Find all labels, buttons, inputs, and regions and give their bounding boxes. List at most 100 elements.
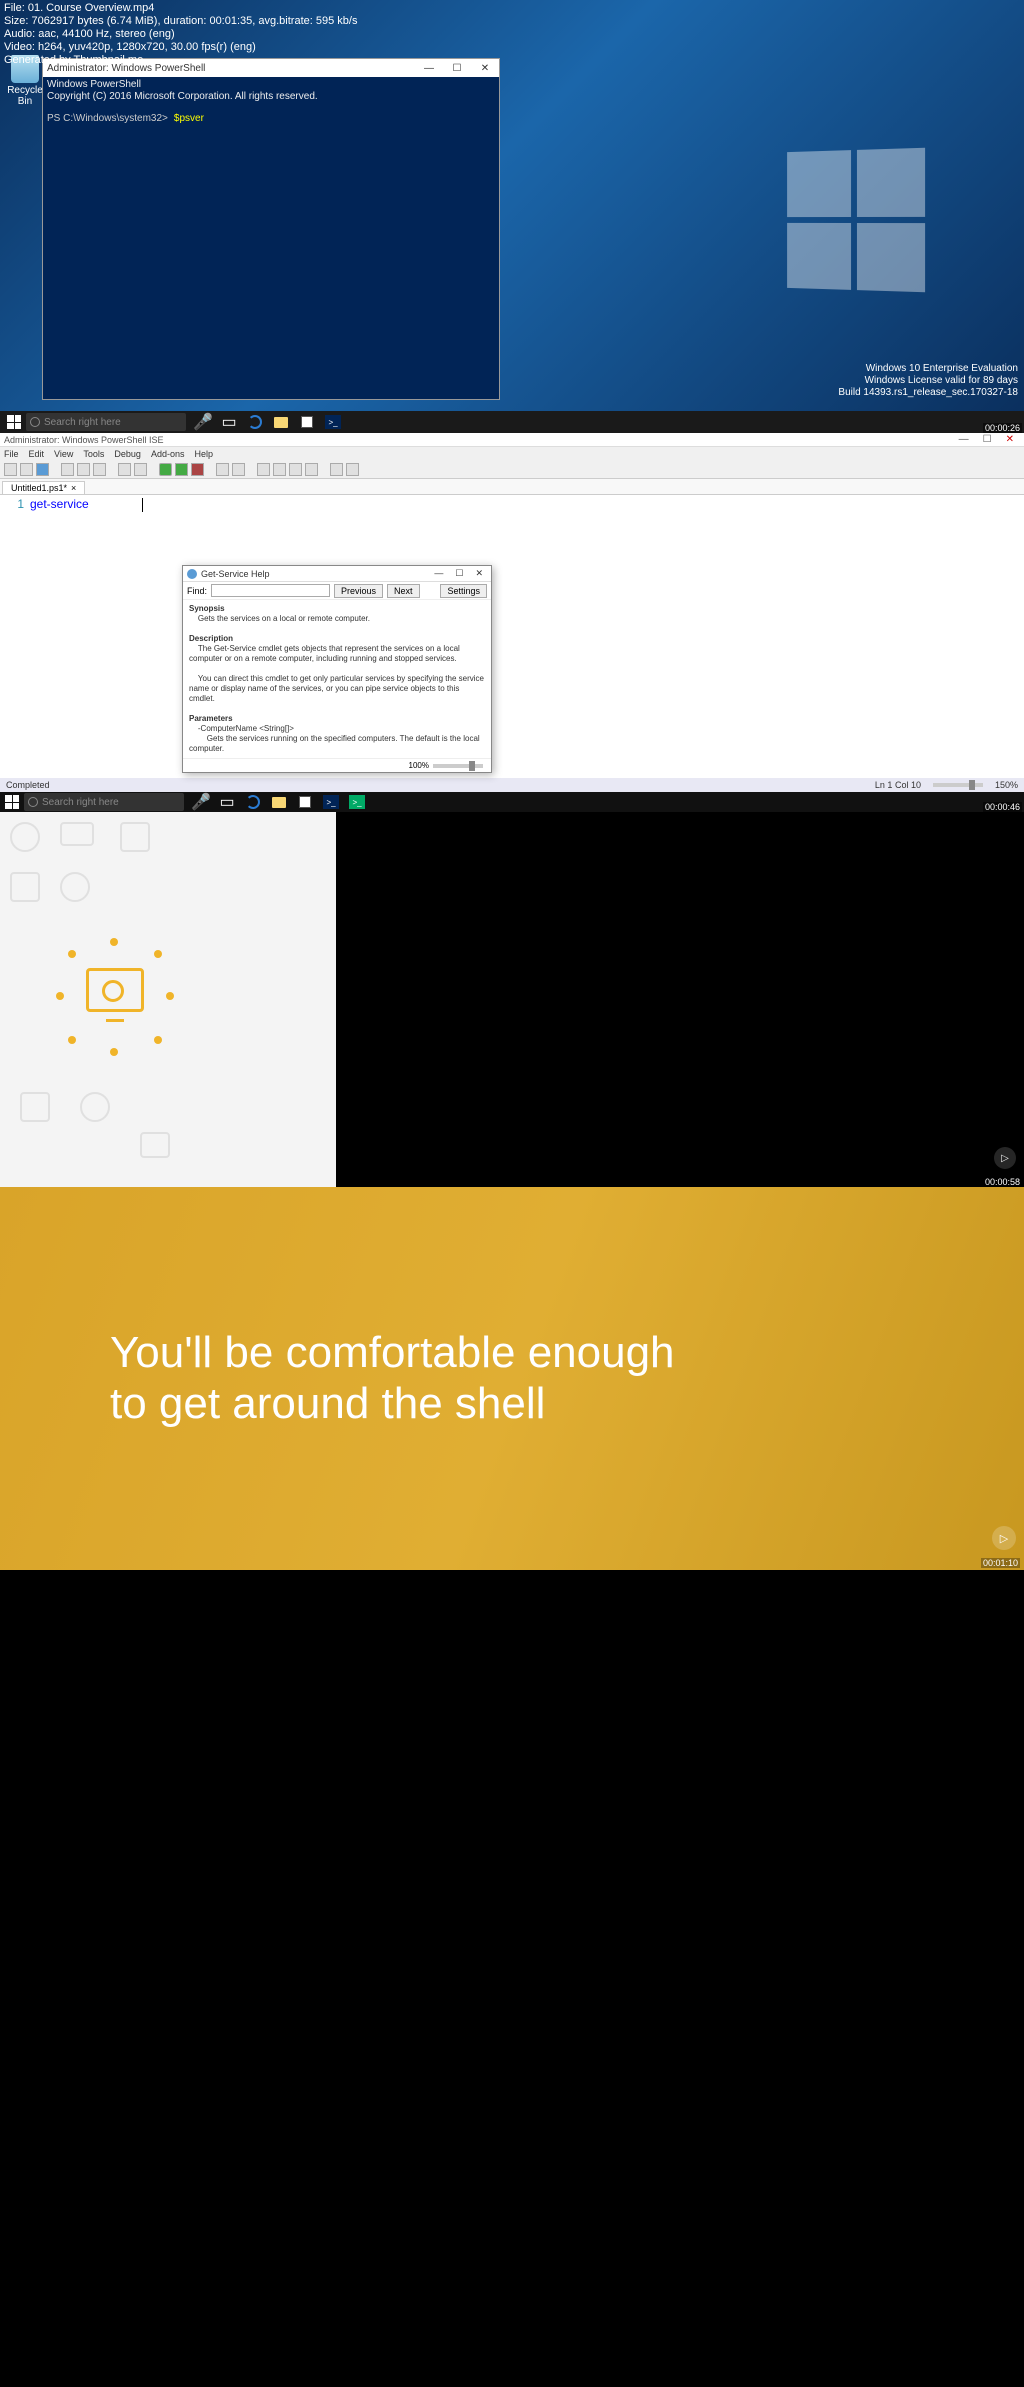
edge-taskbar-icon[interactable] — [242, 412, 268, 432]
minimize-button[interactable]: — — [959, 434, 969, 445]
search-icon — [30, 417, 40, 427]
taskbar[interactable]: Search right here 🎤 ▭ >_ 00:00:26 — [0, 411, 1024, 433]
windows-icon — [7, 415, 21, 429]
help-zoom-slider[interactable] — [433, 764, 483, 768]
store-icon[interactable] — [292, 792, 318, 812]
minimize-button[interactable]: — — [415, 63, 443, 74]
next-button[interactable]: Next — [387, 584, 420, 598]
task-view-icon[interactable]: ▭ — [214, 792, 240, 812]
help-search-bar: Find: Previous Next Settings — [183, 582, 491, 600]
meta-size: Size: 7062917 bytes (6.74 MiB), duration… — [4, 15, 357, 28]
maximize-button[interactable]: ☐ — [455, 568, 463, 579]
powershell-taskbar-icon[interactable]: >_ — [320, 412, 346, 432]
ise-statusbar: Completed Ln 1 Col 10 150% — [0, 778, 1024, 792]
file-explorer-icon[interactable] — [266, 792, 292, 812]
menu-debug[interactable]: Debug — [114, 449, 141, 459]
ise-title: Administrator: Windows PowerShell ISE — [4, 435, 164, 445]
meta-video: Video: h264, yuv420p, 1280x720, 30.00 fp… — [4, 41, 357, 54]
maximize-button[interactable]: ☐ — [443, 63, 471, 74]
menu-view[interactable]: View — [54, 449, 73, 459]
status-zoom: 150% — [995, 780, 1018, 790]
bottom-fill — [0, 1570, 1024, 2387]
mic-icon[interactable]: 🎤 — [188, 792, 214, 812]
get-service-help-dialog[interactable]: Get-Service Help — ☐ ✕ Find: Previous Ne… — [182, 565, 492, 773]
ise-editor[interactable]: 1 get-service Get-Service Help — ☐ ✕ Fin… — [0, 495, 1024, 778]
ise-zoom-slider[interactable] — [933, 783, 983, 787]
undo-icon[interactable] — [118, 463, 131, 476]
mic-icon[interactable]: 🎤 — [190, 412, 216, 432]
save-icon[interactable] — [36, 463, 49, 476]
menu-edit[interactable]: Edit — [29, 449, 45, 459]
help-content[interactable]: Synopsis Gets the services on a local or… — [183, 600, 491, 758]
powershell-taskbar-icon[interactable]: >_ — [318, 792, 344, 812]
tab-label: Untitled1.ps1* — [11, 483, 67, 493]
status-lncol: Ln 1 Col 10 — [875, 780, 921, 790]
previous-button[interactable]: Previous — [334, 584, 383, 598]
menu-tools[interactable]: Tools — [83, 449, 104, 459]
ps-prompt: PS C:\Windows\system32> — [47, 113, 168, 124]
recycle-bin-label: Recycle Bin — [5, 85, 45, 107]
cut-icon[interactable] — [61, 463, 74, 476]
text-caret — [142, 498, 143, 512]
pane-4-icon[interactable] — [305, 463, 318, 476]
menu-addons[interactable]: Add-ons — [151, 449, 185, 459]
search-icon — [28, 797, 38, 807]
open-icon[interactable] — [20, 463, 33, 476]
ise-titlebar[interactable]: Administrator: Windows PowerShell ISE — … — [0, 433, 1024, 447]
powershell-window[interactable]: Administrator: Windows PowerShell — ☐ ✕ … — [42, 58, 500, 400]
minimize-button[interactable]: — — [434, 568, 443, 579]
find-input[interactable] — [211, 584, 330, 597]
pane-2-icon[interactable] — [273, 463, 286, 476]
start-button[interactable] — [0, 792, 24, 812]
taskbar[interactable]: Search right here 🎤 ▭ >_ >_ 00:00:46 — [0, 792, 1024, 812]
ise-toolbar[interactable] — [0, 461, 1024, 479]
play-overlay-icon[interactable]: ▷ — [992, 1526, 1016, 1550]
computer-gear-emblem — [60, 942, 170, 1052]
tab-close-icon[interactable]: × — [71, 483, 76, 493]
gear-icon — [102, 980, 124, 1002]
file-explorer-icon[interactable] — [268, 412, 294, 432]
edge-taskbar-icon[interactable] — [240, 792, 266, 812]
editor-code[interactable]: get-service — [30, 497, 89, 511]
ps-command-input[interactable]: $psver — [174, 113, 204, 124]
ise-tabs[interactable]: Untitled1.ps1* × — [0, 479, 1024, 495]
breakpoint-icon[interactable] — [216, 463, 229, 476]
store-icon[interactable] — [294, 412, 320, 432]
menu-file[interactable]: File — [4, 449, 19, 459]
command-addon-icon[interactable] — [330, 463, 343, 476]
task-view-icon[interactable]: ▭ — [216, 412, 242, 432]
slide-headline: You'll be comfortable enough to get arou… — [0, 1328, 675, 1429]
remote-icon[interactable] — [232, 463, 245, 476]
cortana-search[interactable]: Search right here — [26, 413, 186, 431]
maximize-button[interactable]: ☐ — [983, 434, 992, 445]
play-overlay-icon[interactable]: ▷ — [994, 1147, 1016, 1169]
settings-button[interactable]: Settings — [440, 584, 487, 598]
status-completed: Completed — [6, 780, 50, 790]
help-titlebar[interactable]: Get-Service Help — ☐ ✕ — [183, 566, 491, 582]
powershell-console[interactable]: Windows PowerShell Copyright (C) 2016 Mi… — [43, 77, 499, 399]
close-button[interactable]: ✕ — [1006, 434, 1014, 445]
paste-icon[interactable] — [93, 463, 106, 476]
ise-menubar[interactable]: File Edit View Tools Debug Add-ons Help — [0, 447, 1024, 461]
close-button[interactable]: ✕ — [475, 568, 483, 579]
meta-generated: Generated by Thumbnail me — [4, 54, 357, 67]
start-button[interactable] — [2, 412, 26, 432]
timestamp-1: 00:00:26 — [983, 423, 1022, 433]
pane-3-icon[interactable] — [289, 463, 302, 476]
menu-help[interactable]: Help — [194, 449, 213, 459]
pane-1-icon[interactable] — [257, 463, 270, 476]
screenshot-3-slide: ▷ 00:00:58 — [0, 812, 1024, 1187]
cortana-search[interactable]: Search right here — [24, 793, 184, 811]
new-icon[interactable] — [4, 463, 17, 476]
tool-icon[interactable] — [346, 463, 359, 476]
screenshot-4-slide: You'll be comfortable enough to get arou… — [0, 1187, 1024, 1570]
script-tab[interactable]: Untitled1.ps1* × — [2, 481, 85, 494]
stop-icon[interactable] — [191, 463, 204, 476]
redo-icon[interactable] — [134, 463, 147, 476]
ise-taskbar-icon[interactable]: >_ — [344, 792, 370, 812]
run-selection-icon[interactable] — [175, 463, 188, 476]
copy-icon[interactable] — [77, 463, 90, 476]
help-title-text: Get-Service Help — [201, 569, 270, 579]
close-button[interactable]: ✕ — [471, 63, 499, 74]
run-script-icon[interactable] — [159, 463, 172, 476]
